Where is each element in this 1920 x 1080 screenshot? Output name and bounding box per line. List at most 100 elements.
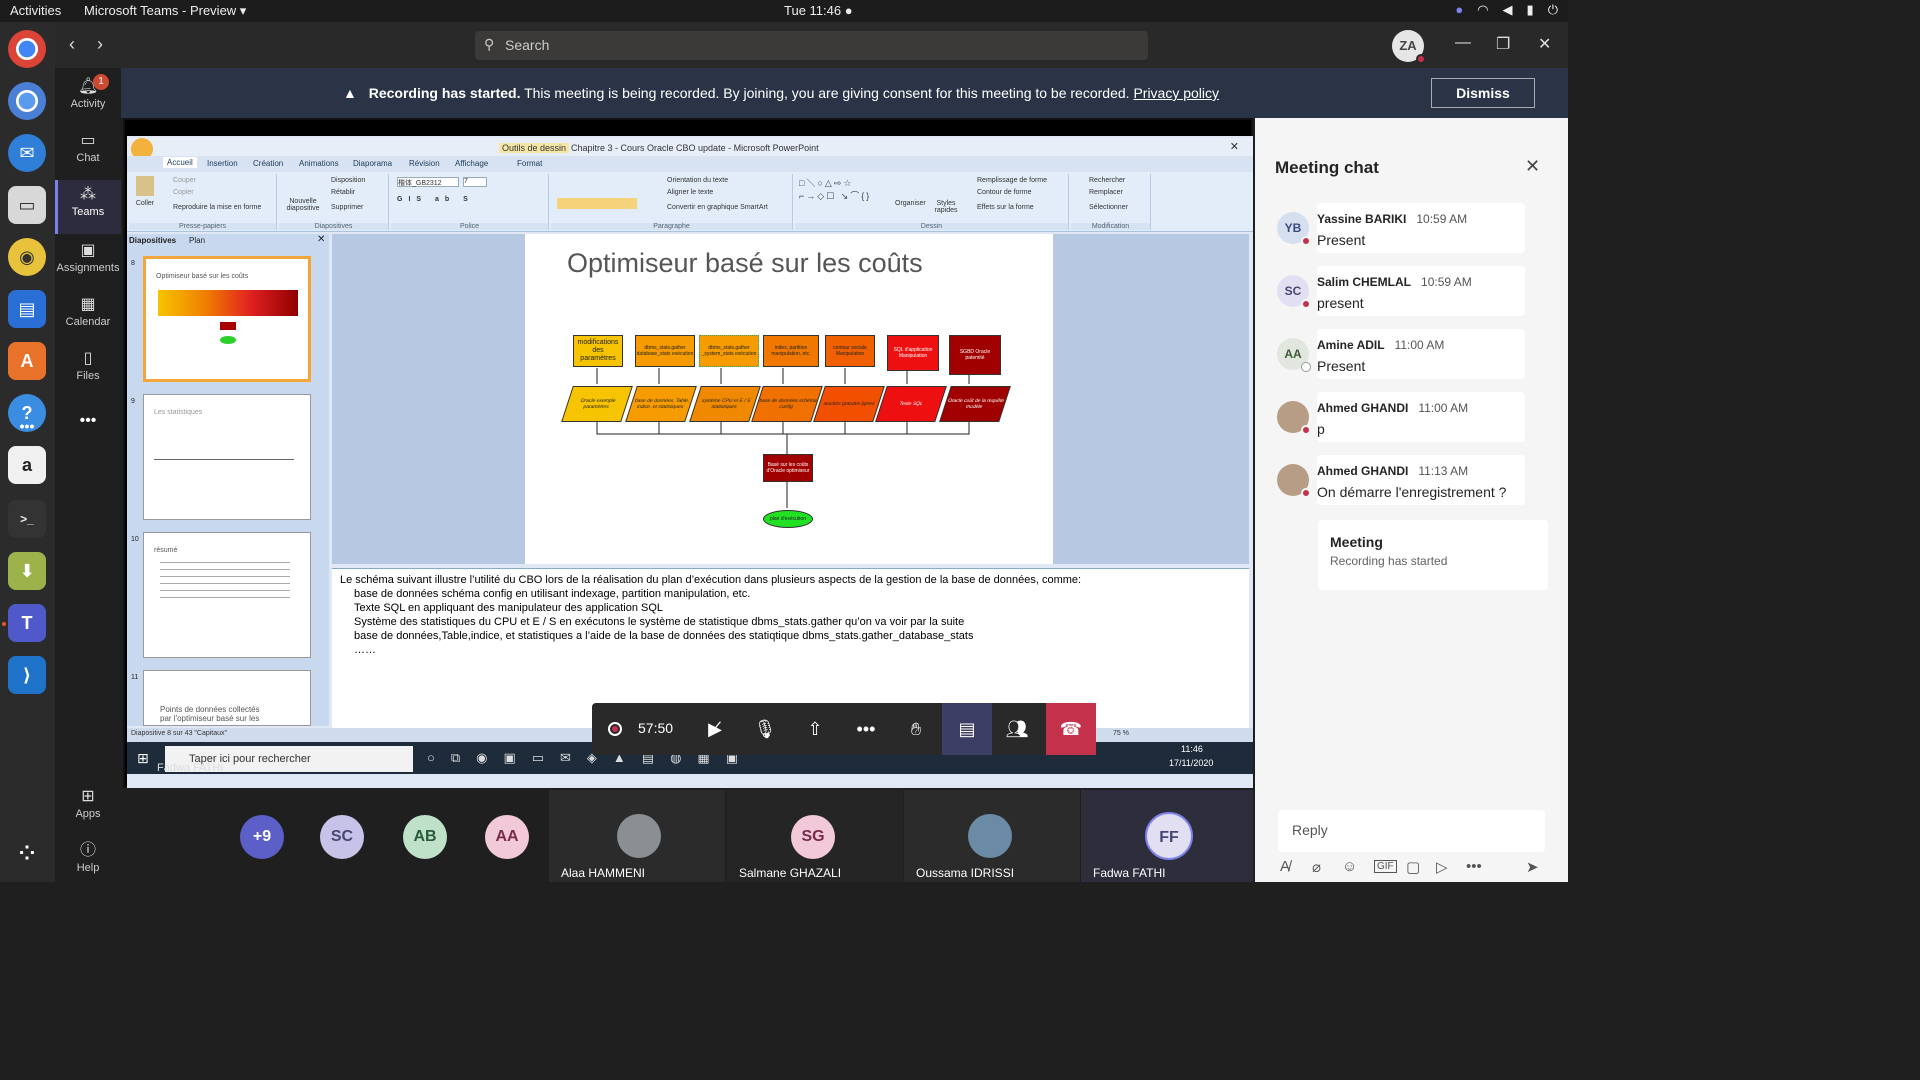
downloads-icon[interactable]: ⬇ xyxy=(8,552,46,590)
font-name-select[interactable]: 楷体_GB2312 xyxy=(397,177,459,187)
text-direction-button[interactable]: Orientation du texte xyxy=(667,177,728,184)
panel-tab-outline[interactable]: Plan xyxy=(189,236,205,245)
smartart-button[interactable]: Convertir en graphique SmartArt xyxy=(667,204,768,211)
cut-button[interactable]: Couper xyxy=(173,177,196,184)
participant-avatar[interactable]: SC xyxy=(320,815,364,859)
raise-hand-button[interactable]: ✋︎ xyxy=(891,703,941,755)
flow-node-bottom[interactable]: base de données schéma config xyxy=(751,386,823,422)
slide-thumbnail[interactable]: Les statistiques xyxy=(143,394,311,520)
flow-node-top[interactable]: modifications des paramètres xyxy=(573,335,623,367)
camera-off-button[interactable]: ▶̸ xyxy=(690,703,740,755)
participant-tile[interactable]: SG Salmane GHAZALI xyxy=(727,790,903,882)
message-bubble[interactable]: Salim CHEMLAL 10:59 AM present xyxy=(1317,266,1525,316)
attach-icon[interactable]: ⌀ xyxy=(1312,858,1321,876)
system-clock[interactable]: Tue 11:46 ● xyxy=(784,3,853,18)
font-size-select[interactable]: 7 xyxy=(463,177,487,187)
flow-node-optimizer[interactable]: Basé sur les coûts d'Oracle optimiseur xyxy=(763,454,813,482)
flow-node-top[interactable]: dbms_stats.gather database_stats exécuti… xyxy=(635,335,695,367)
writer-icon[interactable]: ▤ xyxy=(8,290,46,328)
align-buttons[interactable] xyxy=(557,198,637,209)
ppt-tab[interactable]: Format xyxy=(517,159,542,168)
ppt-tab[interactable]: Accueil xyxy=(163,157,197,168)
participant-avatar[interactable]: AA xyxy=(485,815,529,859)
message-bubble[interactable]: Ahmed GHANDI 11:13 AM On démarre l'enregi… xyxy=(1317,455,1525,505)
rail-item-teams[interactable]: ⁂ Teams xyxy=(55,180,121,234)
flow-node-bottom[interactable]: stockés grandes lignes xyxy=(813,386,885,422)
flow-node-top[interactable]: index, partition manipulation, etc. xyxy=(763,335,819,367)
ppt-tab[interactable]: Révision xyxy=(409,159,440,168)
vscode-icon[interactable]: ⟩ xyxy=(8,656,46,694)
select-button[interactable]: Sélectionner xyxy=(1089,204,1128,211)
reply-input[interactable]: Reply xyxy=(1278,810,1545,852)
flow-node-top[interactable]: SQL d'application Manipulation xyxy=(887,335,939,371)
message-bubble[interactable]: Yassine BARIKI 10:59 AM Present xyxy=(1317,203,1525,253)
rail-item-calendar[interactable]: ▦ Calendar xyxy=(55,290,121,344)
find-button[interactable]: Rechercher xyxy=(1089,177,1125,184)
ppt-tab[interactable]: Animations xyxy=(299,159,339,168)
shape-fill-button[interactable]: Remplissage de forme xyxy=(977,177,1047,184)
reset-button[interactable]: Rétablir xyxy=(331,189,355,196)
flow-node-bottom[interactable]: Oracle coût de la requête modèle xyxy=(939,386,1011,422)
flow-node-bottom[interactable]: système CPU et E / S statistiques xyxy=(689,386,761,422)
amazon-icon[interactable]: a xyxy=(8,446,46,484)
flow-node-bottom[interactable]: base de données, Table, indice, et stati… xyxy=(625,386,697,422)
slide-canvas[interactable]: Optimiseur basé sur les coûts modificati… xyxy=(525,234,1053,564)
show-applications-icon[interactable]: ⁘ xyxy=(8,834,46,872)
rail-item-assignments[interactable]: ▣ Assignments xyxy=(55,236,121,290)
rail-item-help[interactable]: ⓘ Help xyxy=(55,836,121,882)
close-chat-icon[interactable]: ✕ xyxy=(1525,156,1540,177)
rail-item-activity[interactable]: 🔔︎ 1 Activity xyxy=(55,72,121,126)
chromium-icon[interactable] xyxy=(8,82,46,120)
maximize-icon[interactable]: ❐ xyxy=(1496,34,1510,54)
format-icon[interactable]: A̸ xyxy=(1280,858,1290,875)
flow-node-top[interactable]: SGBD Oracle patemité xyxy=(949,335,1001,375)
message-bubble[interactable]: Ahmed GHANDI 11:00 AM p xyxy=(1317,392,1525,442)
arrange-button[interactable]: Organiser xyxy=(895,200,926,207)
participants-overflow[interactable]: +9 xyxy=(240,815,284,859)
send-icon[interactable]: ➤ xyxy=(1526,858,1539,876)
font-format-buttons[interactable]: GIS ab S xyxy=(397,196,474,203)
shape-outline-button[interactable]: Contour de forme xyxy=(977,189,1031,196)
shapes-gallery[interactable]: □＼○△⇨☆ ⌐→◇☐ ↘⌒{} xyxy=(799,176,889,212)
more-actions-button[interactable]: ••• xyxy=(841,703,891,755)
rail-more-button[interactable]: ••• xyxy=(55,412,121,436)
hang-up-button[interactable]: ☎ xyxy=(1046,703,1096,755)
format-painter-button[interactable]: Reproduire la mise en forme xyxy=(173,204,261,211)
rail-item-chat[interactable]: ▭ Chat xyxy=(55,126,121,180)
flow-node-bottom[interactable]: Texte SQL xyxy=(875,386,947,422)
panel-tab-slides[interactable]: Diapositives xyxy=(129,236,176,245)
participant-tile[interactable]: Oussama IDRISSI xyxy=(904,790,1080,882)
app-menu[interactable]: Microsoft Teams - Preview ▾ xyxy=(84,3,246,19)
software-center-icon[interactable]: A xyxy=(8,342,46,380)
ppt-close-icon[interactable]: ✕ xyxy=(1230,140,1239,153)
minimize-icon[interactable]: — xyxy=(1455,34,1471,52)
gif-icon[interactable]: GIF xyxy=(1374,860,1397,873)
slide-thumbnail[interactable]: Optimiseur basé sur les coûts xyxy=(143,256,311,382)
mic-off-button[interactable]: 🎙︎ xyxy=(740,703,790,755)
flow-node-top[interactable]: contour sociale Manipulation xyxy=(825,335,875,367)
quick-styles-button[interactable]: Styles rapides xyxy=(931,200,961,214)
slide-thumbnail[interactable]: Points de données collectés par l'optimi… xyxy=(143,670,311,726)
rail-item-apps[interactable]: ⊞ Apps xyxy=(55,782,121,836)
back-arrow-icon[interactable]: ‹ xyxy=(69,34,75,55)
more-apps-dots-icon[interactable]: ••• xyxy=(8,414,46,438)
paste-button[interactable]: Coller xyxy=(133,176,157,207)
chrome-icon[interactable] xyxy=(8,30,46,68)
copy-button[interactable]: Copier xyxy=(173,189,194,196)
privacy-policy-link[interactable]: Privacy policy xyxy=(1133,85,1219,101)
more-options-icon[interactable]: ••• xyxy=(1466,858,1482,875)
replace-button[interactable]: Remplacer xyxy=(1089,189,1123,196)
show-conversation-button[interactable]: ▤ xyxy=(942,703,992,755)
ppt-tab[interactable]: Création xyxy=(253,159,283,168)
teams-dock-icon[interactable]: T xyxy=(8,604,46,642)
windows-start-icon[interactable]: ⊞ xyxy=(137,750,149,767)
shape-effects-button[interactable]: Effets sur la forme xyxy=(977,204,1034,211)
panel-close-icon[interactable]: ✕ xyxy=(317,234,325,245)
flow-node-end[interactable]: plan d'exécution xyxy=(763,510,813,528)
slide-thumbnail[interactable]: résumé xyxy=(143,532,311,658)
terminal-icon[interactable]: >_ xyxy=(8,500,46,538)
new-slide-button[interactable]: Nouvelle diapositive xyxy=(283,198,323,212)
activities-button[interactable]: Activities xyxy=(10,3,61,18)
participant-tile[interactable]: FF Fadwa FATHI xyxy=(1081,790,1253,882)
show-participants-button[interactable]: 👥︎ xyxy=(992,703,1042,755)
